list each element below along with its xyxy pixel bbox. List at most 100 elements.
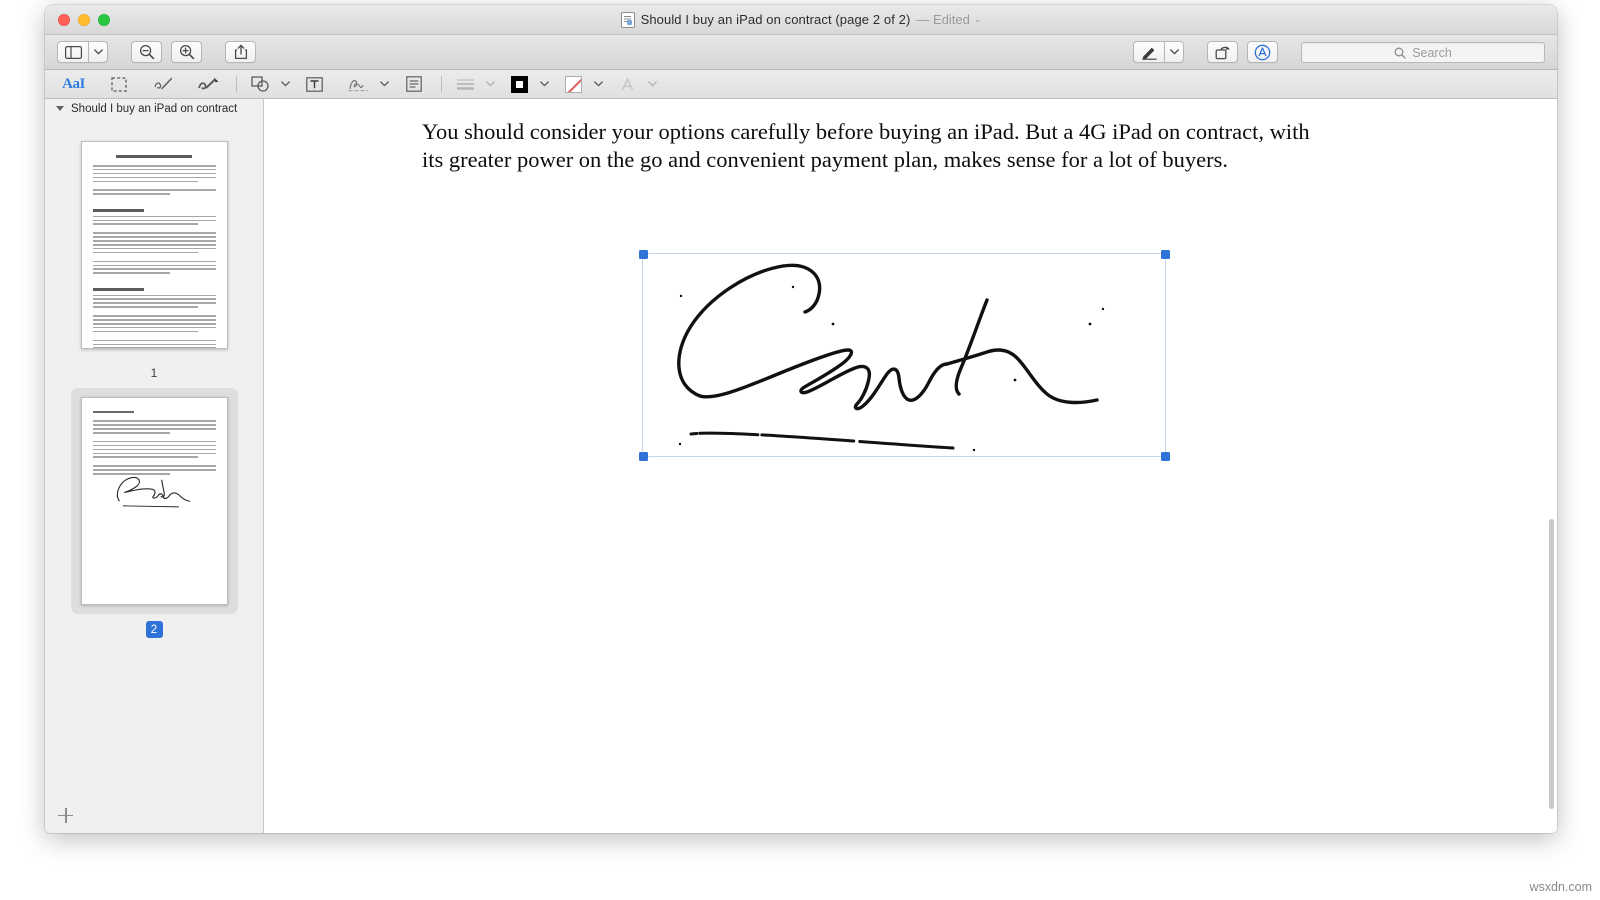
sidebar-toggle-button[interactable] — [57, 41, 88, 63]
chevron-down-icon — [648, 81, 657, 87]
border-color-swatch — [511, 75, 528, 93]
zoom-out-button[interactable] — [131, 41, 162, 63]
window-body: Should I buy an iPad on contract 1 2 You… — [45, 99, 1557, 833]
page-number-badge: 2 — [145, 621, 163, 638]
note-icon — [405, 76, 422, 92]
resize-handle-bottom-right[interactable] — [1160, 451, 1170, 461]
sketch-icon — [153, 77, 172, 89]
thumbnail-page-1[interactable]: 1 — [45, 126, 263, 382]
annotate-icon — [1254, 44, 1271, 60]
sidebar-icon — [64, 45, 82, 59]
markup-options-button[interactable] — [1164, 41, 1184, 63]
main-toolbar: Search — [45, 35, 1557, 70]
thumbnail-list: 1 2 — [45, 118, 263, 797]
page-thumbnail — [80, 397, 228, 605]
sidebar-header[interactable]: Should I buy an iPad on contract — [45, 99, 263, 118]
sidebar-options-button[interactable] — [88, 41, 108, 63]
border-style-icon — [457, 79, 474, 90]
chevron-down-icon — [1169, 49, 1179, 55]
thumbnail-page-2[interactable]: 2 — [45, 382, 263, 640]
chevron-down-icon — [540, 81, 549, 87]
preview-window: Should I buy an iPad on contract (page 2… — [45, 5, 1557, 833]
thumbnail-content — [82, 142, 227, 348]
shapes-options-button[interactable] — [279, 73, 292, 96]
document-canvas[interactable]: You should consider your options careful… — [264, 99, 1557, 833]
watermark: wsxdn.com — [1529, 880, 1592, 894]
disclosure-triangle-icon[interactable] — [56, 106, 64, 111]
markup-button[interactable] — [1133, 41, 1164, 63]
chevron-down-icon — [93, 49, 103, 55]
sketch-tool[interactable] — [149, 73, 178, 96]
resize-handle-bottom-left[interactable] — [638, 451, 648, 461]
border-style-options-button[interactable] — [484, 73, 497, 96]
note-tool[interactable] — [399, 73, 428, 96]
edited-label: — Edited — [916, 12, 970, 27]
markup-controls — [1133, 41, 1287, 63]
search-field[interactable]: Search — [1301, 42, 1545, 63]
zoom-in-button[interactable] — [171, 41, 202, 63]
share-button[interactable] — [225, 41, 256, 63]
window-title: Should I buy an iPad on contract (page 2… — [640, 12, 911, 27]
text-selection-label: AaI — [62, 75, 85, 92]
add-page-icon[interactable] — [58, 807, 73, 823]
sidebar-header-title: Should I buy an iPad on contract — [71, 102, 238, 115]
draw-tool[interactable] — [194, 73, 223, 96]
markup-toolbar: AaI — [45, 70, 1557, 99]
thumbnail-sidebar: Should I buy an iPad on contract 1 2 — [45, 99, 264, 833]
share-icon — [234, 44, 247, 60]
text-style-icon — [621, 76, 634, 90]
fill-color-tool[interactable] — [559, 73, 588, 96]
text-box-icon — [306, 76, 323, 92]
markup-pen-icon — [1141, 47, 1157, 60]
title-bar: Should I buy an iPad on contract (page 2… — [45, 5, 1557, 35]
page-number-label: 1 — [150, 366, 158, 380]
text-style-tool[interactable] — [613, 73, 642, 96]
resize-handle-top-right[interactable] — [1160, 249, 1170, 259]
chevron-down-icon[interactable]: ⌄ — [974, 14, 982, 25]
text-box-tool[interactable] — [300, 73, 329, 96]
resize-handle-top-left[interactable] — [638, 249, 648, 259]
rotate-icon — [1215, 45, 1229, 59]
signature-drawing — [677, 263, 1105, 452]
signature-icon — [348, 79, 368, 91]
zoom-in-icon — [179, 44, 194, 60]
chevron-down-icon — [486, 81, 495, 87]
zoom-out-icon — [139, 44, 154, 60]
border-color-tool[interactable] — [505, 73, 534, 96]
document-icon — [620, 11, 635, 28]
rectangular-selection-tool[interactable] — [104, 73, 133, 96]
page-thumbnail — [80, 141, 228, 349]
text-style-options-button[interactable] — [646, 73, 659, 96]
draw-icon — [197, 77, 218, 89]
signature-annotation[interactable] — [638, 249, 1170, 461]
text-selection-tool[interactable]: AaI — [59, 73, 88, 96]
view-controls — [57, 41, 265, 63]
close-button[interactable] — [58, 13, 70, 26]
annotate-button[interactable] — [1247, 41, 1278, 63]
search-input[interactable]: Search — [1412, 46, 1452, 60]
search-icon — [1394, 47, 1406, 59]
signature-thumbnail — [116, 476, 191, 508]
fill-color-options-button[interactable] — [592, 73, 605, 96]
chevron-down-icon — [380, 81, 389, 87]
chevron-down-icon — [281, 81, 290, 87]
document-paragraph: You should consider your options careful… — [422, 119, 1310, 172]
border-style-tool[interactable] — [451, 73, 480, 96]
signature-tool[interactable] — [345, 73, 374, 96]
minimize-button[interactable] — [78, 13, 90, 26]
signature-options-button[interactable] — [378, 73, 391, 96]
sidebar-footer — [45, 797, 263, 833]
shapes-tool[interactable] — [246, 73, 275, 96]
pdf-page: You should consider your options careful… — [264, 99, 1557, 833]
shapes-icon — [250, 76, 269, 92]
title-area: Should I buy an iPad on contract (page 2… — [45, 5, 1557, 34]
vertical-scrollbar[interactable] — [1549, 519, 1554, 809]
window-controls — [58, 13, 110, 26]
border-color-options-button[interactable] — [538, 73, 551, 96]
rectangular-selection-icon — [110, 76, 127, 92]
chevron-down-icon — [594, 81, 603, 87]
fill-color-swatch — [565, 75, 582, 93]
zoom-button[interactable] — [98, 13, 110, 26]
screen: Should I buy an iPad on contract (page 2… — [0, 0, 1600, 900]
rotate-button[interactable] — [1207, 41, 1238, 63]
